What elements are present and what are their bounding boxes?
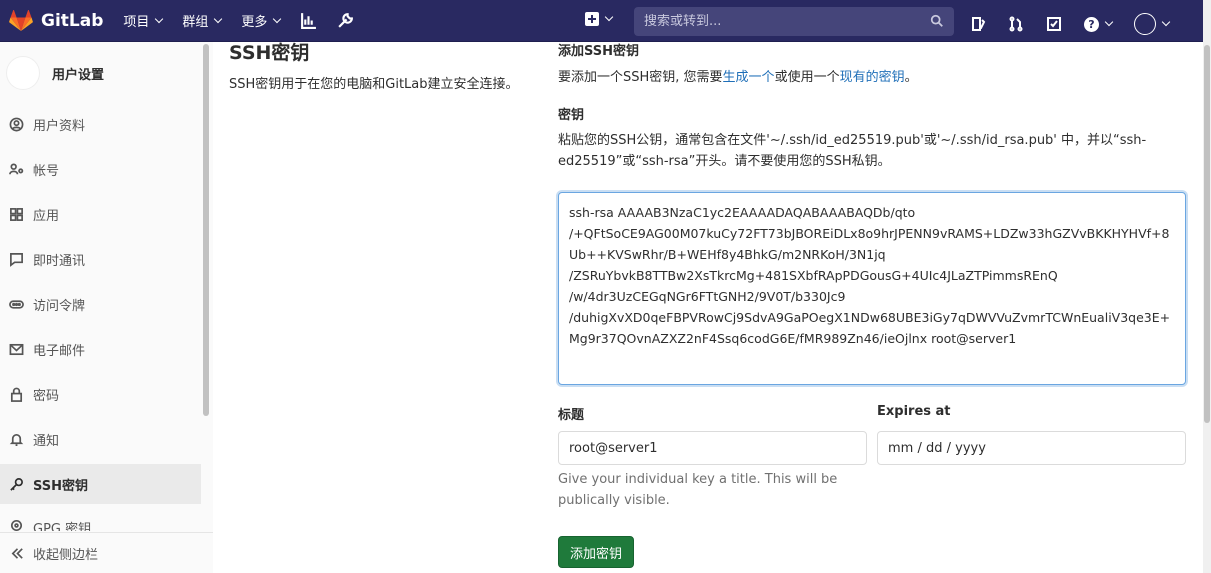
add-key-text-after: 。 — [904, 70, 918, 85]
sidebar-item-label: 帐号 — [33, 163, 60, 179]
search-icon — [930, 14, 944, 32]
key-textarea[interactable]: ssh-rsa AAAAB3NzaC1yc2EAAAADAQABAAABAQDb… — [558, 192, 1186, 385]
add-key-instructions: 要添加一个SSH密钥, 您需要生成一个或使用一个现有的密钥。 — [558, 67, 1186, 88]
title-label: 标题 — [558, 408, 585, 423]
sidebar-item-ssh-keys[interactable]: SSH密钥 — [0, 464, 201, 504]
collapse-sidebar-button[interactable]: 收起侧边栏 — [0, 532, 213, 573]
page-title: SSH密钥 — [229, 42, 310, 64]
sidebar-item-label: 应用 — [33, 208, 60, 224]
chevron-down-icon — [273, 14, 282, 23]
sidebar-item-label: 访问令牌 — [33, 298, 86, 314]
sidebar-item-label: 电子邮件 — [33, 343, 86, 359]
page-description: SSH密钥用于在您的电脑和GitLab建立安全连接。 — [229, 77, 519, 92]
sidebar-item-label: SSH密钥 — [33, 478, 89, 494]
chart-icon — [301, 13, 317, 29]
sidebar-item-gpg-keys[interactable]: GPG 密钥 — [0, 509, 201, 531]
add-ssh-key-form: 添加SSH密钥 要添加一个SSH密钥, 您需要生成一个或使用一个现有的密钥。 密… — [558, 40, 1186, 568]
avatar — [1134, 13, 1156, 35]
gpg-key-icon — [10, 519, 23, 531]
brand-name: GitLab — [41, 10, 104, 31]
sidebar-item-notifications[interactable]: 通知 — [0, 419, 201, 459]
expires-label: Expires at — [877, 404, 951, 419]
expires-date-input[interactable]: mm / dd / yyyy — [877, 431, 1186, 465]
todos-button[interactable] — [1046, 16, 1062, 32]
key-icon — [10, 477, 23, 491]
new-dropdown-button[interactable] — [585, 12, 614, 26]
sidebar-item-label: 用户资料 — [33, 118, 86, 134]
sidebar-item-emails[interactable]: 电子邮件 — [0, 329, 201, 369]
chevron-down-icon — [214, 14, 223, 23]
sidebar-item-applications[interactable]: 应用 — [0, 194, 201, 234]
mail-icon — [9, 343, 24, 355]
help-icon: ? — [1084, 16, 1099, 32]
sidebar-title: 用户设置 — [52, 67, 105, 83]
gitlab-logo[interactable]: GitLab — [9, 9, 104, 32]
applications-icon — [10, 207, 23, 221]
menu-groups[interactable]: 群组 — [182, 11, 223, 30]
merge-request-icon — [1009, 16, 1023, 32]
activity-chart-button[interactable] — [300, 12, 317, 29]
chat-icon — [10, 252, 23, 267]
generate-key-link[interactable]: 生成一个 — [723, 70, 775, 85]
settings-sidebar: 用户设置 用户资料 帐号 应用 即时通讯 访问令牌 电子邮件 密码 通知 SSH… — [0, 42, 213, 573]
add-key-heading: 添加SSH密钥 — [558, 44, 640, 59]
bell-icon — [9, 433, 24, 446]
sidebar-item-profile[interactable]: 用户资料 — [0, 104, 201, 144]
add-key-text-middle: 或使用一个 — [774, 70, 840, 85]
search-input[interactable] — [644, 14, 914, 29]
page-scrollbar-thumb[interactable] — [1204, 45, 1210, 423]
user-icon — [9, 117, 24, 131]
issues-button[interactable] — [970, 16, 986, 32]
sidebar-item-password[interactable]: 密码 — [0, 374, 201, 414]
token-icon — [9, 299, 24, 309]
account-icon — [9, 163, 24, 174]
navbar-right-icons: ? — [970, 13, 1191, 35]
chevron-down-icon — [1104, 17, 1114, 27]
wrench-icon — [338, 13, 354, 28]
double-chevron-left-icon — [11, 547, 23, 559]
menu-projects[interactable]: 项目 — [123, 11, 164, 30]
menu-more[interactable]: 更多 — [241, 11, 282, 30]
help-button[interactable]: ? — [1084, 16, 1114, 32]
sidebar-header[interactable]: 用户设置 — [6, 56, 104, 90]
key-heading: 密钥 — [558, 108, 585, 123]
add-key-text-before: 要添加一个SSH密钥, 您需要 — [558, 70, 723, 85]
sidebar-item-label: 即时通讯 — [33, 253, 86, 269]
lock-icon — [10, 387, 23, 402]
user-menu-button[interactable] — [1134, 13, 1171, 35]
gitlab-logo-icon — [9, 9, 33, 31]
existing-key-link[interactable]: 现有的密钥 — [840, 70, 905, 85]
todo-icon — [1047, 17, 1061, 31]
sidebar-item-access-tokens[interactable]: 访问令牌 — [0, 284, 201, 324]
sidebar-item-chat[interactable]: 即时通讯 — [0, 239, 201, 279]
issues-icon — [972, 17, 986, 31]
chevron-down-icon — [155, 14, 164, 23]
chevron-down-icon — [1161, 17, 1171, 27]
menu-more-label: 更多 — [241, 15, 268, 30]
sidebar-avatar — [6, 56, 40, 90]
add-key-button[interactable]: 添加密钥 — [558, 536, 635, 568]
chevron-down-icon — [604, 12, 614, 22]
sidebar-scrollbar-thumb[interactable] — [203, 44, 209, 416]
collapse-sidebar-label: 收起侧边栏 — [33, 547, 99, 563]
search-box[interactable] — [634, 7, 954, 36]
menu-groups-label: 群组 — [182, 15, 209, 30]
top-navbar: GitLab 项目 群组 更多 ? — [0, 0, 1203, 42]
page-intro: SSH密钥 SSH密钥用于在您的电脑和GitLab建立安全连接。 — [229, 42, 529, 95]
title-input[interactable]: root@server1 — [558, 431, 867, 465]
sidebar-item-label: GPG 密钥 — [33, 522, 92, 531]
sidebar-item-label: 通知 — [33, 433, 60, 449]
plus-square-icon — [585, 12, 599, 26]
admin-area-button[interactable] — [337, 12, 354, 29]
title-help-text: Give your individual key a title. This w… — [558, 472, 838, 508]
merge-requests-button[interactable] — [1008, 16, 1024, 32]
sidebar-item-account[interactable]: 帐号 — [0, 149, 201, 189]
key-instruction: 粘贴您的SSH公钥，通常包含在文件'~/.ssh/id_ed25519.pub'… — [558, 133, 1147, 169]
sidebar-item-label: 密码 — [33, 388, 60, 404]
menu-projects-label: 项目 — [123, 15, 150, 30]
